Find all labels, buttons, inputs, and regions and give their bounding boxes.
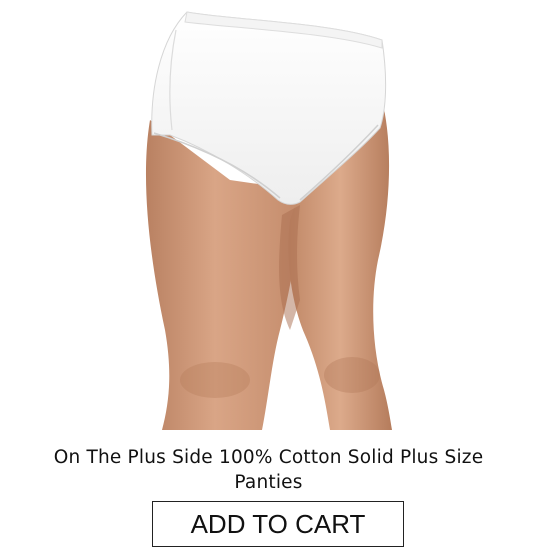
product-card: On The Plus Side 100% Cotton Solid Plus … (0, 0, 537, 549)
product-title[interactable]: On The Plus Side 100% Cotton Solid Plus … (20, 445, 517, 495)
add-to-cart-button[interactable]: ADD TO CART (152, 501, 404, 547)
product-image[interactable] (0, 0, 537, 430)
